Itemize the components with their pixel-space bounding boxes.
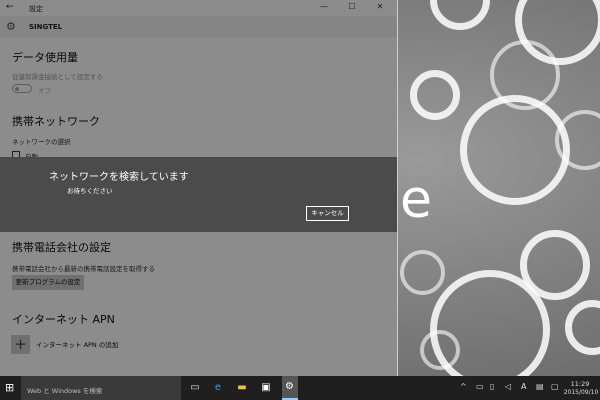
ime-icon[interactable]: A [521, 382, 526, 391]
keyboard-icon[interactable]: ▤ [536, 382, 544, 391]
volume-icon[interactable]: ◁ [505, 382, 511, 391]
settings-window: ← 設定 — ☐ ✕ ⚙ SINGTEL データ使用量 従量制課金接続として設定… [0, 0, 398, 376]
settings-taskbar-button[interactable]: ⚙ [282, 376, 298, 400]
gear-icon: ⚙ [285, 381, 294, 392]
store-icon[interactable]: ▣ [259, 381, 273, 395]
battery-icon[interactable]: ▯ [490, 382, 494, 391]
dialog-title: ネットワークを検索しています [49, 172, 189, 183]
wallpaper-ring [410, 70, 460, 120]
wallpaper-ring [430, 270, 550, 390]
wallpaper-ring [420, 330, 460, 370]
windows-start-icon[interactable]: ⊞ [5, 382, 17, 394]
wallpaper-ring [460, 95, 570, 205]
taskbar-search-box[interactable]: Web と Windows を検索 [21, 376, 181, 400]
search-input[interactable]: Web と Windows を検索 [27, 385, 102, 395]
clock-time[interactable]: 11:29 [564, 380, 596, 388]
chevron-up-icon[interactable]: ^ [460, 382, 467, 391]
dialog-subtitle: お待ちください [67, 187, 113, 195]
edge-browser-icon[interactable]: e [211, 381, 225, 395]
cancel-button[interactable]: キャンセル [306, 206, 349, 221]
network-search-dialog: ネットワークを検索しています お待ちください キャンセル [0, 157, 397, 232]
wallpaper-ring [400, 250, 445, 295]
wallpaper-ring [430, 0, 490, 30]
wallpaper-letter: e [400, 170, 432, 230]
wallpaper-ring [565, 300, 600, 355]
clock-date[interactable]: 2015/09/10 [562, 389, 600, 396]
taskbar: ⊞ Web と Windows を検索 ▭ e ▬ ▣ ⚙ ^ ▭ ▯ ◁ A … [0, 376, 600, 400]
task-view-icon[interactable]: ▭ [188, 381, 202, 395]
action-center-icon[interactable]: ▢ [551, 382, 559, 391]
network-icon[interactable]: ▭ [476, 382, 484, 391]
file-explorer-icon[interactable]: ▬ [235, 381, 249, 395]
